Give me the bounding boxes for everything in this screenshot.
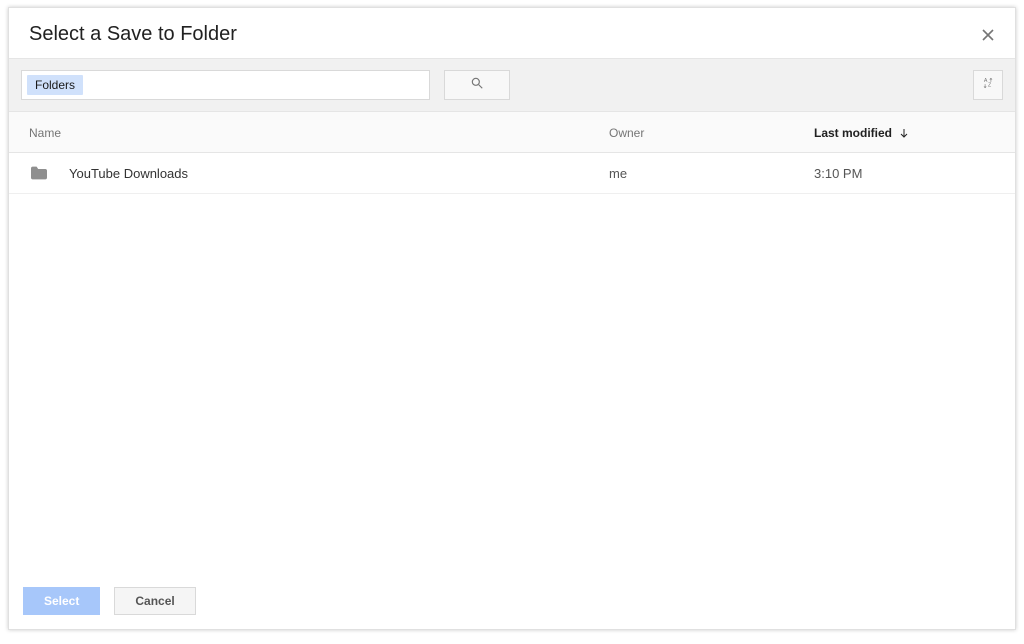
toolbar: Folders A Z — [9, 59, 1015, 112]
search-button[interactable] — [444, 70, 510, 100]
sort-button[interactable]: A Z — [973, 70, 1003, 100]
arrow-down-icon — [898, 127, 910, 139]
dialog-title: Select a Save to Folder — [29, 23, 237, 46]
row-modified-cell: 3:10 PM — [814, 166, 995, 181]
column-header-owner[interactable]: Owner — [609, 126, 814, 140]
row-owner-cell: me — [609, 166, 814, 181]
row-name-text: YouTube Downloads — [69, 166, 188, 181]
dialog-footer: Select Cancel — [9, 574, 1015, 629]
column-header-modified-label: Last modified — [814, 126, 892, 140]
column-header-name[interactable]: Name — [29, 126, 609, 140]
table-body: YouTube Downloads me 3:10 PM — [9, 153, 1015, 574]
select-button[interactable]: Select — [23, 587, 100, 615]
dialog-header: Select a Save to Folder — [9, 8, 1015, 59]
svg-text:Z: Z — [988, 82, 992, 88]
svg-text:A: A — [984, 77, 988, 83]
folder-picker-dialog: Select a Save to Folder Folders A Z — [8, 7, 1016, 630]
filter-chip[interactable]: Folders — [27, 75, 83, 95]
search-input[interactable]: Folders — [21, 70, 430, 100]
table-row[interactable]: YouTube Downloads me 3:10 PM — [9, 153, 1015, 194]
folder-icon — [29, 165, 49, 181]
column-header-modified[interactable]: Last modified — [814, 126, 995, 140]
search-icon — [470, 76, 484, 95]
sort-az-icon: A Z — [981, 76, 995, 95]
close-icon[interactable] — [981, 28, 995, 42]
table-header: Name Owner Last modified — [9, 112, 1015, 153]
cancel-button[interactable]: Cancel — [114, 587, 195, 615]
row-name-cell: YouTube Downloads — [29, 165, 609, 181]
